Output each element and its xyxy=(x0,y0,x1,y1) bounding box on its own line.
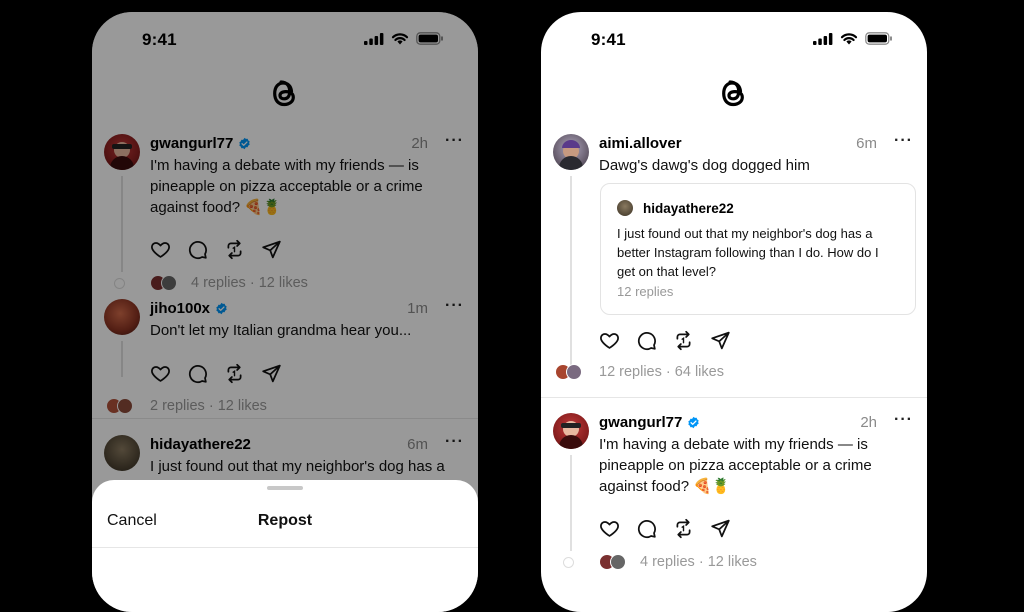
sheet-title: Repost xyxy=(257,512,313,529)
avatar[interactable] xyxy=(553,413,589,449)
send-icon[interactable] xyxy=(710,518,731,539)
post-actions xyxy=(599,330,731,351)
status-icons xyxy=(813,32,893,45)
avatar[interactable] xyxy=(553,134,589,170)
quoted-replies-count[interactable]: 12 replies xyxy=(617,284,673,299)
mini-avatar xyxy=(610,554,626,570)
post-actions xyxy=(599,518,731,539)
signal-icon xyxy=(813,33,833,45)
post-stats[interactable]: 4 replies · 12 likes xyxy=(640,554,757,570)
quoted-avatar xyxy=(617,200,633,216)
status-time: 9:41 xyxy=(591,30,626,49)
stats-separator: · xyxy=(665,364,671,380)
stats-separator: · xyxy=(698,554,704,570)
likes-count[interactable]: 12 likes xyxy=(708,554,757,570)
post-text: I'm having a debate with my friends — is… xyxy=(599,436,872,495)
more-dots-icon[interactable]: ··· xyxy=(894,411,913,429)
post-time: 2h xyxy=(860,414,877,431)
avatar-image xyxy=(559,421,583,449)
quoted-post-card[interactable]: hidayathere22 I just found out that my n… xyxy=(600,183,916,315)
reply-avatars xyxy=(555,364,582,380)
repost-icon[interactable] xyxy=(673,518,694,539)
post-stats[interactable]: 12 replies · 64 likes xyxy=(599,364,724,380)
quoted-username[interactable]: hidayathere22 xyxy=(643,201,734,216)
post-text: Dawg's dawg's dog dogged him xyxy=(599,157,810,174)
status-bar: 9:41 xyxy=(541,12,927,64)
post-time: 6m xyxy=(856,135,877,152)
thread-line xyxy=(570,455,572,551)
wifi-icon xyxy=(840,32,858,45)
repost-sheet: Cancel Repost xyxy=(92,480,478,612)
right-phone-screen: 9:41 aimi.allover 6m ··· Dawg's dawg's d… xyxy=(541,12,927,612)
repost-icon[interactable] xyxy=(673,330,694,351)
heart-icon[interactable] xyxy=(599,330,620,351)
sheet-drag-handle[interactable] xyxy=(267,486,303,490)
comment-icon[interactable] xyxy=(636,518,657,539)
thread-end-dot xyxy=(563,557,574,568)
battery-icon xyxy=(865,32,893,45)
post-username-row[interactable]: gwangurl77 xyxy=(599,414,700,431)
more-dots-icon[interactable]: ··· xyxy=(894,132,913,150)
reply-avatars xyxy=(599,554,626,570)
heart-icon[interactable] xyxy=(599,518,620,539)
mini-avatar xyxy=(566,364,582,380)
avatar-image xyxy=(559,140,583,170)
sheet-divider xyxy=(92,547,478,548)
post-username-row[interactable]: aimi.allover xyxy=(599,135,682,152)
verified-badge-icon xyxy=(687,416,700,429)
comment-icon[interactable] xyxy=(636,330,657,351)
likes-count[interactable]: 64 likes xyxy=(675,364,724,380)
post-username[interactable]: aimi.allover xyxy=(599,135,682,152)
threads-logo-icon[interactable] xyxy=(717,74,751,112)
thread-line xyxy=(570,176,572,366)
quoted-text: I just found out that my neighbor's dog … xyxy=(617,226,879,279)
send-icon[interactable] xyxy=(710,330,731,351)
post-username[interactable]: gwangurl77 xyxy=(599,414,682,431)
post-divider xyxy=(541,397,927,398)
replies-count[interactable]: 4 replies xyxy=(640,554,695,570)
left-phone-screen: 9:41 gwangurl77 2h ··· I'm having a deba… xyxy=(92,12,478,612)
replies-count[interactable]: 12 replies xyxy=(599,364,662,380)
